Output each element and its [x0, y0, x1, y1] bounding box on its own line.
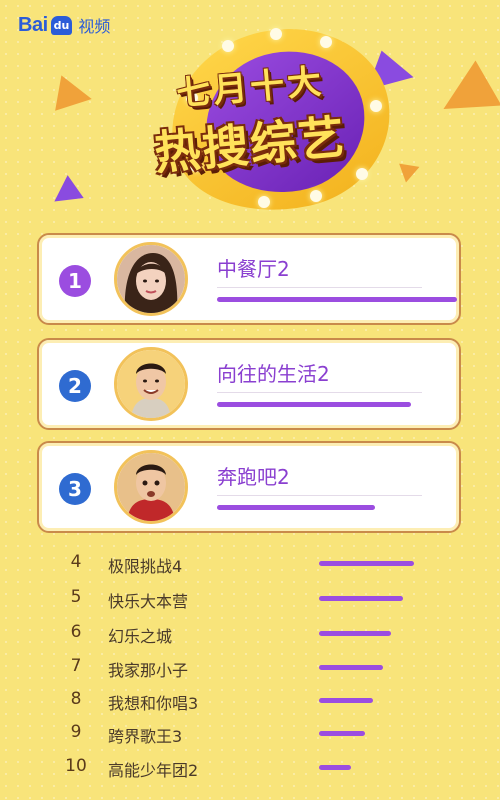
rank-number: 10 — [65, 756, 87, 776]
rank-number: 9 — [70, 722, 82, 742]
popularity-bar — [319, 698, 373, 703]
show-title: 我家那小子 — [108, 661, 189, 680]
divider — [217, 495, 422, 496]
baidu-video-logo: Bai du 视频 — [18, 10, 110, 40]
rank-badge: 1 — [59, 265, 91, 297]
popularity-bar — [319, 731, 365, 736]
popularity-bar — [319, 596, 403, 601]
rank-number: 5 — [70, 587, 82, 607]
ranking-card-1[interactable]: 1 中餐厅2 — [37, 233, 461, 325]
popularity-bar — [319, 765, 351, 770]
avatar — [114, 347, 188, 421]
popularity-bar — [319, 665, 383, 670]
rank-number: 7 — [70, 656, 82, 676]
rank-badge: 2 — [59, 370, 91, 402]
rank-badge: 3 — [59, 473, 91, 505]
popularity-bar — [217, 505, 375, 510]
show-title: 我想和你唱3 — [108, 694, 199, 713]
badge-bulb — [270, 28, 282, 40]
avatar-portrait-icon — [117, 453, 185, 521]
show-title: 极限挑战4 — [108, 557, 183, 576]
rank-number: 4 — [70, 552, 82, 572]
logo-video-text: 视频 — [78, 17, 111, 36]
divider — [217, 287, 422, 288]
list-item[interactable]: 8 我想和你唱3 — [0, 685, 500, 715]
rank-number: 6 — [70, 622, 82, 642]
list-item[interactable]: 9 跨界歌王3 — [0, 718, 500, 748]
avatar — [114, 242, 188, 316]
avatar — [114, 450, 188, 524]
show-title: 幻乐之城 — [108, 627, 173, 646]
logo-paw-badge: du — [50, 15, 73, 35]
divider — [217, 392, 422, 393]
avatar-portrait-icon — [117, 350, 185, 418]
decor-triangle-purple-left — [46, 175, 84, 213]
rank-number: 8 — [70, 689, 82, 709]
logo-bai-text: Bai — [18, 13, 48, 36]
show-title: 高能少年团2 — [108, 761, 199, 780]
list-item[interactable]: 6 幻乐之城 — [0, 618, 500, 648]
show-title: 奔跑吧2 — [217, 465, 290, 489]
popularity-bar — [319, 631, 391, 636]
badge-bulb — [258, 196, 270, 208]
list-item[interactable]: 4 极限挑战4 — [0, 548, 500, 578]
list-item[interactable]: 7 我家那小子 — [0, 652, 500, 682]
ranking-card-3[interactable]: 3 奔跑吧2 — [37, 441, 461, 533]
list-item[interactable]: 5 快乐大本营 — [0, 583, 500, 613]
show-title: 跨界歌王3 — [108, 727, 183, 746]
show-title: 向往的生活2 — [217, 362, 330, 386]
popularity-bar — [217, 297, 457, 302]
badge-bulb — [320, 36, 332, 48]
badge-bulb — [222, 40, 234, 52]
badge-bulb — [310, 190, 322, 202]
show-title: 快乐大本营 — [108, 592, 189, 611]
popularity-bar — [217, 402, 411, 407]
page-title: 七月十大 热搜综艺 — [0, 60, 500, 181]
ranking-card-2[interactable]: 2 向往的生活2 — [37, 338, 461, 430]
popularity-bar — [319, 561, 414, 566]
show-title: 中餐厅2 — [217, 257, 290, 281]
list-item[interactable]: 10 高能少年团2 — [0, 752, 500, 782]
avatar-portrait-icon — [117, 245, 185, 313]
